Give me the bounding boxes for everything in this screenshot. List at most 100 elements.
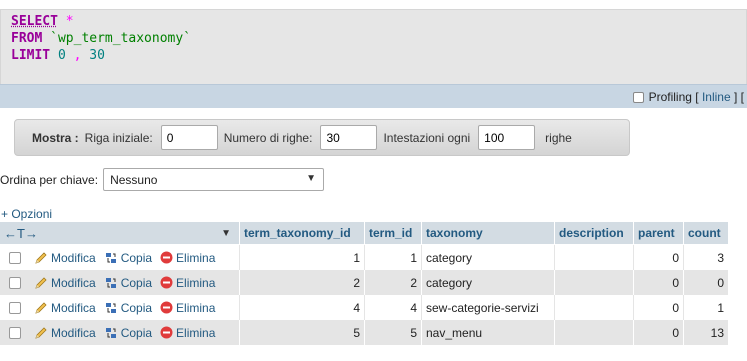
sort-selected-value: Nessuno bbox=[110, 172, 158, 187]
profiling-label: Profiling bbox=[648, 90, 692, 104]
chevron-down-icon: ▼ bbox=[306, 173, 317, 184]
cell-taxonomy[interactable]: category bbox=[422, 245, 554, 270]
cell-count[interactable]: 0 bbox=[684, 270, 728, 295]
sql-limit-start: 0 bbox=[57, 48, 66, 63]
cell-description[interactable] bbox=[555, 245, 633, 270]
sql-from-keyword: FROM bbox=[11, 31, 43, 46]
edit-button[interactable]: Modifica bbox=[34, 301, 96, 315]
edit-button[interactable]: Modifica bbox=[34, 276, 96, 290]
options-link[interactable]: + Opzioni bbox=[1, 207, 52, 221]
cell-term-id[interactable]: 4 bbox=[365, 295, 421, 320]
column-resize-arrows-icon[interactable]: ←T→ bbox=[4, 226, 38, 241]
rows-label: righe bbox=[545, 130, 572, 145]
edit-label: Modifica bbox=[51, 325, 96, 340]
edit-label: Modifica bbox=[51, 275, 96, 290]
cell-parent[interactable]: 0 bbox=[634, 295, 683, 320]
edit-label: Modifica bbox=[51, 300, 96, 315]
delete-label: Elimina bbox=[176, 250, 216, 265]
column-header-description[interactable]: description bbox=[555, 222, 633, 244]
delete-label: Elimina bbox=[176, 275, 216, 290]
navigation-bar: Mostra : Riga iniziale: Numero di righe:… bbox=[14, 119, 630, 156]
cell-term-taxonomy-id[interactable]: 5 bbox=[240, 320, 364, 345]
sort-by-key: Ordina per chiave: Nessuno ▼ bbox=[0, 168, 325, 191]
profiling-controls: Profiling [ Inline ] [ bbox=[632, 90, 744, 104]
copy-label: Copia bbox=[120, 250, 153, 265]
pencil-icon bbox=[34, 301, 48, 315]
results-table-header: ←T→ ▼ term_taxonomy_id term_id taxonomy … bbox=[0, 222, 728, 244]
delete-button[interactable]: Elimina bbox=[160, 276, 215, 290]
sql-query-code: SELECT * FROM `wp_term_taxonomy` LIMIT 0… bbox=[11, 13, 191, 64]
row-actions: Modifica Copia Elimina bbox=[0, 270, 239, 295]
start-row-label: Riga iniziale: bbox=[84, 130, 153, 145]
column-header-count[interactable]: count bbox=[684, 222, 728, 244]
sql-limit-keyword: LIMIT bbox=[11, 48, 51, 63]
delete-icon bbox=[160, 251, 173, 264]
profiling-bracket-open: [ bbox=[695, 90, 699, 104]
copy-label: Copia bbox=[120, 325, 153, 340]
row-actions: Modifica Copia Elimina bbox=[0, 295, 239, 320]
cell-term-id[interactable]: 2 bbox=[365, 270, 421, 295]
sql-star: * bbox=[65, 14, 74, 29]
cell-parent[interactable]: 0 bbox=[634, 245, 683, 270]
sql-select-keyword[interactable]: SELECT bbox=[11, 14, 58, 29]
edit-button[interactable]: Modifica bbox=[34, 251, 96, 265]
cell-description[interactable] bbox=[555, 320, 633, 345]
copy-button[interactable]: Copia bbox=[104, 276, 152, 290]
sql-limit-count: 30 bbox=[89, 48, 105, 63]
num-rows-input[interactable] bbox=[320, 125, 378, 150]
delete-button[interactable]: Elimina bbox=[160, 326, 215, 340]
pencil-icon bbox=[34, 326, 48, 340]
edit-button[interactable]: Modifica bbox=[34, 326, 96, 340]
copy-button[interactable]: Copia bbox=[104, 301, 152, 315]
cell-parent[interactable]: 0 bbox=[634, 270, 683, 295]
row-checkbox[interactable] bbox=[9, 326, 21, 339]
cell-count[interactable]: 13 bbox=[684, 320, 728, 345]
column-header-term-id[interactable]: term_id bbox=[365, 222, 421, 244]
table-row: Modifica Copia Elimina 2 2 category 0 0 bbox=[0, 270, 728, 295]
copy-icon bbox=[104, 251, 118, 265]
row-checkbox[interactable] bbox=[9, 301, 21, 314]
copy-icon bbox=[104, 276, 118, 290]
cell-count[interactable]: 1 bbox=[684, 295, 728, 320]
row-checkbox[interactable] bbox=[9, 251, 21, 264]
sort-key-select[interactable]: Nessuno ▼ bbox=[103, 168, 325, 191]
delete-button[interactable]: Elimina bbox=[160, 301, 215, 315]
delete-button[interactable]: Elimina bbox=[160, 251, 215, 265]
cell-taxonomy[interactable]: nav_menu bbox=[422, 320, 554, 345]
cell-description[interactable] bbox=[555, 270, 633, 295]
num-rows-label: Numero di righe: bbox=[223, 130, 313, 145]
cell-term-taxonomy-id[interactable]: 4 bbox=[240, 295, 364, 320]
row-actions: Modifica Copia Elimina bbox=[0, 320, 239, 345]
cell-term-taxonomy-id[interactable]: 1 bbox=[240, 245, 364, 270]
delete-icon bbox=[160, 276, 173, 289]
column-header-term-taxonomy-id[interactable]: term_taxonomy_id bbox=[240, 222, 364, 244]
cell-parent[interactable]: 0 bbox=[634, 320, 683, 345]
sort-label: Ordina per chiave: bbox=[0, 172, 99, 187]
headers-every-label: Intestazioni ogni bbox=[383, 130, 471, 145]
sort-dropdown-icon[interactable]: ▼ bbox=[221, 228, 231, 239]
cell-description[interactable] bbox=[555, 295, 633, 320]
table-row: Modifica Copia Elimina 1 1 category 0 3 bbox=[0, 245, 728, 270]
headers-every-input[interactable] bbox=[478, 125, 536, 150]
delete-icon bbox=[160, 301, 173, 314]
inline-edit-link[interactable]: Inline bbox=[702, 90, 731, 104]
sql-table-name: `wp_term_taxonomy` bbox=[50, 31, 192, 46]
cell-count[interactable]: 3 bbox=[684, 245, 728, 270]
copy-icon bbox=[104, 326, 118, 340]
pencil-icon bbox=[34, 251, 48, 265]
cell-term-id[interactable]: 1 bbox=[365, 245, 421, 270]
delete-icon bbox=[160, 326, 173, 339]
start-row-input[interactable] bbox=[160, 125, 218, 150]
copy-button[interactable]: Copia bbox=[104, 326, 152, 340]
profiling-checkbox[interactable] bbox=[632, 91, 644, 103]
column-header-taxonomy[interactable]: taxonomy bbox=[422, 222, 554, 244]
cell-term-id[interactable]: 5 bbox=[365, 320, 421, 345]
cell-taxonomy[interactable]: sew-categorie-servizi bbox=[422, 295, 554, 320]
column-header-parent[interactable]: parent bbox=[634, 222, 683, 244]
copy-button[interactable]: Copia bbox=[104, 251, 152, 265]
cell-term-taxonomy-id[interactable]: 2 bbox=[240, 270, 364, 295]
copy-label: Copia bbox=[120, 275, 153, 290]
cell-taxonomy[interactable]: category bbox=[422, 270, 554, 295]
table-row: Modifica Copia Elimina 5 5 nav_menu 0 13 bbox=[0, 320, 728, 345]
row-checkbox[interactable] bbox=[9, 276, 21, 289]
